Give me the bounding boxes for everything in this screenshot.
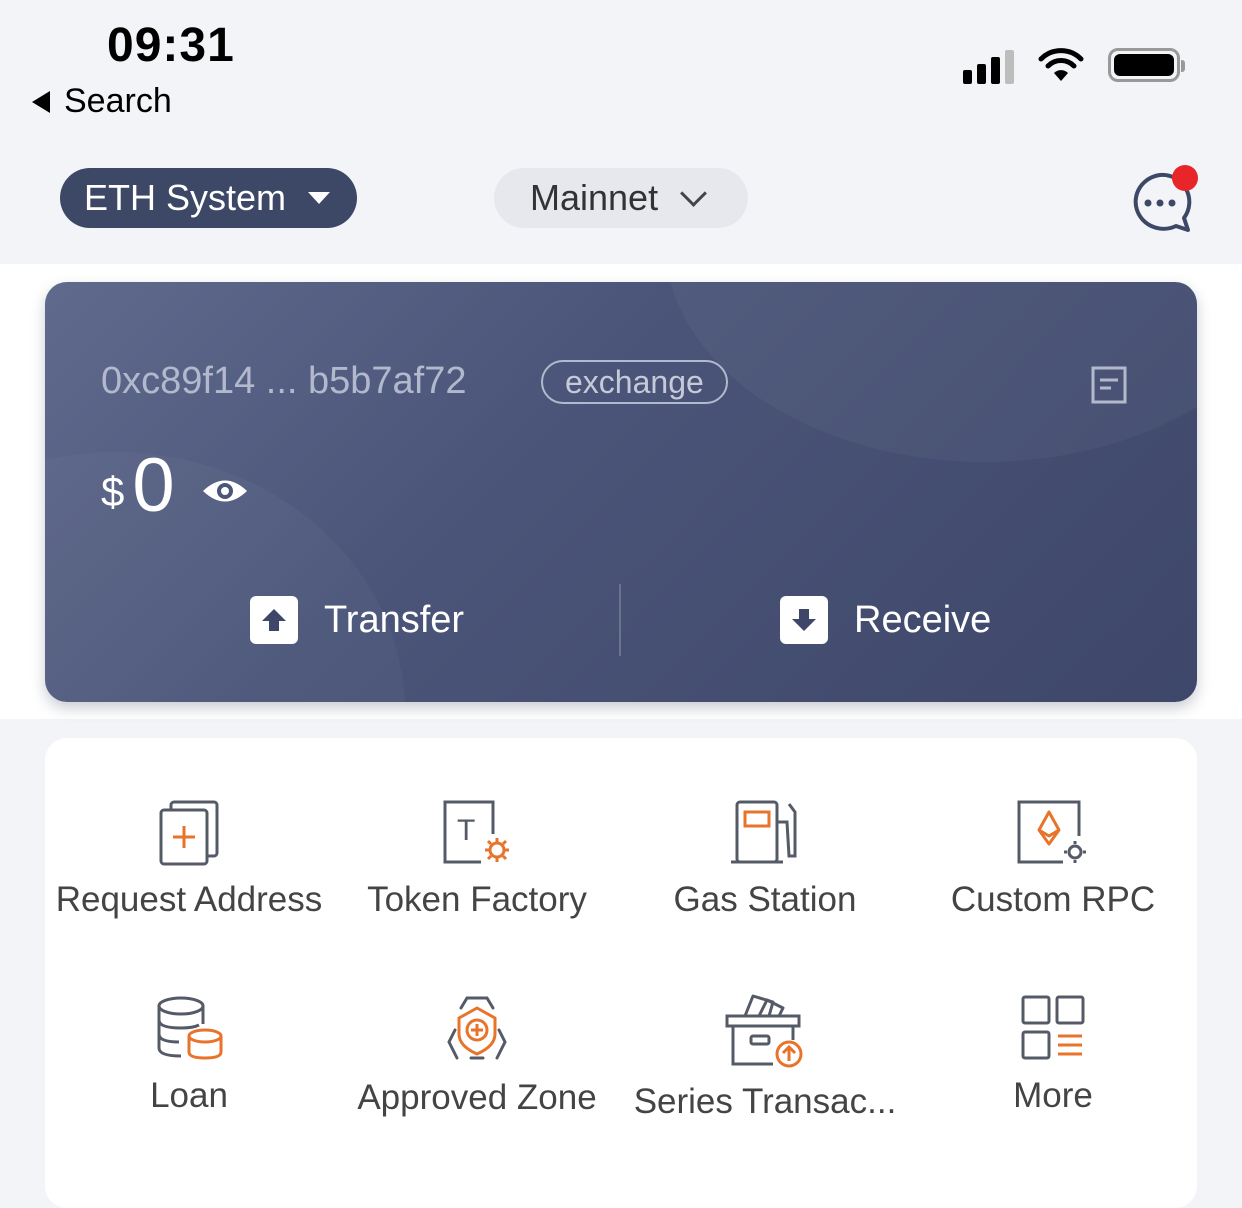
- feature-loan[interactable]: Loan: [45, 994, 333, 1116]
- battery-icon: [1108, 48, 1185, 82]
- series-transaction-icon: [725, 994, 803, 1068]
- currency-symbol: $: [101, 467, 125, 515]
- caret-down-icon: [308, 192, 331, 204]
- wallet-address[interactable]: 0xc89f14 ... b5b7af72: [101, 360, 467, 403]
- gas-station-icon: [731, 800, 797, 864]
- feature-label: Request Address: [55, 880, 323, 919]
- feature-label: Loan: [150, 1076, 228, 1115]
- feature-approved-zone[interactable]: Approved Zone: [333, 994, 621, 1118]
- action-divider: [619, 584, 621, 656]
- token-factory-icon: T: [443, 800, 509, 864]
- features-panel: Request Address T Token Factory Gas Stat…: [45, 738, 1197, 1208]
- network-selector-label: Mainnet: [530, 177, 659, 218]
- svg-text:T: T: [457, 814, 475, 847]
- custom-rpc-icon: [1017, 800, 1086, 864]
- chevron-down-icon: [680, 179, 708, 207]
- balance: $ 0: [101, 442, 249, 529]
- feature-label: Gas Station: [673, 880, 857, 919]
- transfer-arrow-icon: [250, 596, 298, 644]
- back-to-search[interactable]: Search: [32, 82, 172, 121]
- feature-series-transaction[interactable]: Series Transac...: [621, 994, 909, 1122]
- network-selector[interactable]: Mainnet: [494, 168, 748, 228]
- feature-custom-rpc[interactable]: Custom RPC: [909, 798, 1197, 920]
- status-bar: 09:31 Search: [0, 0, 1242, 130]
- feature-gas-station[interactable]: Gas Station: [621, 798, 909, 920]
- clock: 09:31: [107, 19, 235, 72]
- feature-label: Token Factory: [367, 880, 587, 919]
- system-selector-label: ETH System: [84, 177, 287, 218]
- feature-label: Approved Zone: [357, 1078, 597, 1117]
- eye-icon[interactable]: [201, 476, 249, 506]
- back-arrow-icon: [32, 90, 50, 113]
- more-grid-icon: [1021, 995, 1085, 1060]
- wallet-card: 0xc89f14 ... b5b7af72 exchange $ 0 Trans…: [45, 282, 1197, 702]
- request-address-icon: [159, 800, 219, 866]
- back-label: Search: [64, 82, 172, 120]
- feature-label: More: [1013, 1076, 1093, 1115]
- cellular-signal-icon: [963, 46, 1014, 84]
- system-selector[interactable]: ETH System: [60, 168, 357, 228]
- transfer-button[interactable]: Transfer: [250, 596, 464, 644]
- feature-more[interactable]: More: [909, 994, 1197, 1116]
- feature-label: Custom RPC: [950, 880, 1156, 919]
- wifi-icon: [1038, 48, 1084, 81]
- feature-label: Series Transac...: [633, 1082, 897, 1121]
- feature-request-address[interactable]: Request Address: [45, 798, 333, 920]
- document-icon[interactable]: [1091, 366, 1127, 404]
- approved-zone-icon: [447, 996, 507, 1060]
- receive-label: Receive: [854, 598, 992, 641]
- notification-dot: [1172, 165, 1198, 191]
- wallet-tag: exchange: [541, 360, 728, 404]
- transfer-label: Transfer: [324, 598, 465, 641]
- balance-amount: 0: [132, 443, 175, 528]
- header: ETH System Mainnet: [0, 150, 1242, 260]
- receive-arrow-icon: [780, 596, 828, 644]
- feature-token-factory[interactable]: T Token Factory: [333, 798, 621, 920]
- loan-icon: [157, 996, 223, 1060]
- receive-button[interactable]: Receive: [780, 596, 991, 644]
